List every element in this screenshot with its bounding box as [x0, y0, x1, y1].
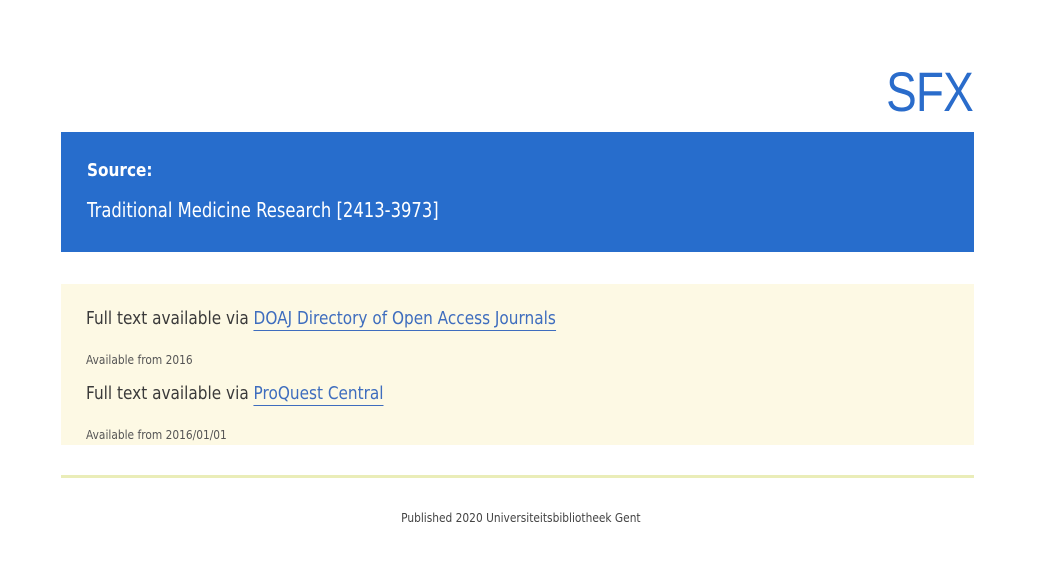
- result-prefix: Full text available via: [86, 383, 254, 404]
- source-panel: Source: Traditional Medicine Research [2…: [61, 132, 974, 252]
- result-prefix: Full text available via: [86, 308, 254, 329]
- availability-proquest: Available from 2016/01/01: [86, 427, 227, 442]
- result-doaj: Full text available via DOAJ Directory o…: [86, 308, 556, 331]
- sfx-logo: SFX: [886, 60, 974, 123]
- result-proquest: Full text available via ProQuest Central: [86, 383, 384, 406]
- source-title: Traditional Medicine Research [2413-3973…: [87, 198, 439, 222]
- source-label: Source:: [87, 160, 153, 181]
- footer-divider: [61, 475, 974, 478]
- proquest-link[interactable]: ProQuest Central: [253, 383, 384, 406]
- availability-doaj: Available from 2016: [86, 352, 193, 367]
- results-panel: Full text available via DOAJ Directory o…: [61, 284, 974, 445]
- footer-text: Published 2020 Universiteitsbibliotheek …: [400, 510, 641, 525]
- footer: Published 2020 Universiteitsbibliotheek …: [0, 510, 1041, 525]
- sfx-page: SFX Source: Traditional Medicine Researc…: [0, 0, 1041, 563]
- doaj-link[interactable]: DOAJ Directory of Open Access Journals: [253, 308, 556, 331]
